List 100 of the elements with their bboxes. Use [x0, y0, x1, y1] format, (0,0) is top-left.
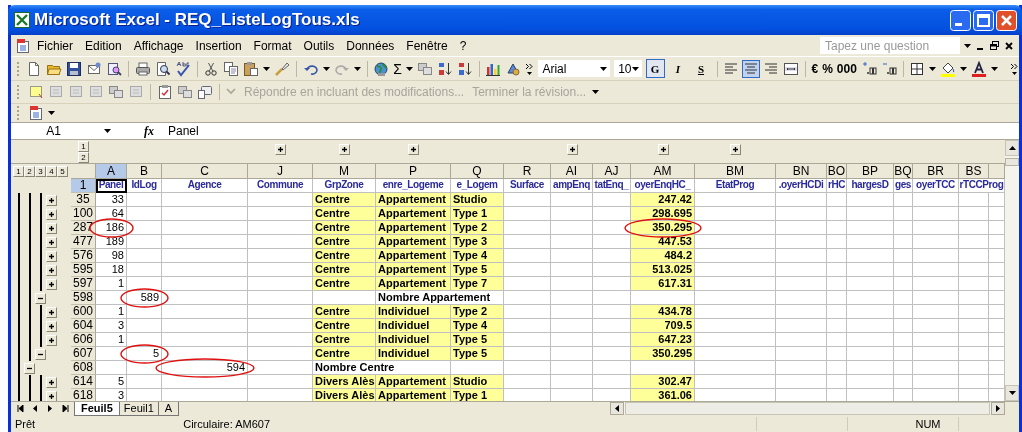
column-header[interactable]: M [313, 164, 376, 179]
scissors-icon[interactable] [203, 60, 220, 77]
previous-sheet-icon[interactable] [32, 405, 39, 412]
clipboard-icon[interactable] [243, 60, 260, 77]
caret-icon[interactable] [48, 111, 55, 115]
insert-function-button[interactable]: fx [134, 123, 164, 139]
column-header[interactable]: BP [847, 164, 894, 179]
outline-level-button[interactable]: 1 [13, 166, 24, 177]
row-header[interactable]: 607 [71, 347, 96, 361]
column-header[interactable]: BS [959, 164, 989, 179]
column-header[interactable]: J [248, 164, 313, 179]
maximize-icon[interactable] [973, 9, 994, 31]
spellcheck-icon[interactable] [174, 60, 191, 77]
column-header[interactable]: R [504, 164, 551, 179]
menu-item[interactable]: ? [453, 36, 473, 55]
scroll-down-button[interactable] [1005, 385, 1019, 401]
caret-icon[interactable] [592, 90, 600, 94]
expand-button[interactable] [46, 250, 57, 262]
outline-level-button[interactable]: 1 [78, 140, 89, 152]
row-header[interactable]: 606 [71, 333, 96, 347]
column-header[interactable]: BM [695, 164, 776, 179]
increase-decimal-icon[interactable] [860, 60, 877, 77]
globe-icon[interactable] [373, 60, 390, 77]
caret-icon[interactable] [960, 66, 968, 71]
scroll-left-button[interactable] [610, 402, 624, 415]
decrease-decimal-icon[interactable] [880, 60, 897, 77]
outline-level-button[interactable]: 4 [46, 166, 57, 177]
menu-item[interactable]: Fichier [31, 36, 79, 55]
expand-button[interactable] [657, 144, 669, 155]
close-icon[interactable] [1005, 41, 1013, 50]
column-header[interactable]: BR [913, 164, 959, 179]
number-format-button[interactable]: % [822, 61, 833, 76]
next-sheet-icon[interactable] [47, 405, 54, 412]
worksheet-icon[interactable] [15, 37, 31, 54]
sheet-tab[interactable]: Feuil5 [74, 401, 120, 416]
outline-level-button[interactable]: 2 [24, 166, 35, 177]
row-header[interactable]: 600 [71, 305, 96, 319]
menu-item[interactable]: Outils [297, 36, 341, 55]
formula-field[interactable]: Panel [164, 124, 199, 138]
column-header[interactable]: AM [631, 164, 695, 179]
floppy-icon[interactable] [66, 60, 83, 77]
menu-item[interactable]: Format [247, 36, 298, 55]
outline-level-button[interactable]: 2 [78, 151, 89, 163]
menu-item[interactable]: Données [340, 36, 401, 55]
align-center-icon[interactable] [742, 60, 759, 77]
collapse-button[interactable] [35, 348, 46, 360]
caret-icon[interactable] [103, 129, 111, 133]
menu-item[interactable]: Fenêtre [400, 36, 454, 55]
row-header[interactable]: 614 [71, 375, 96, 389]
row-header[interactable]: 576 [71, 249, 96, 263]
copy-icon[interactable] [223, 60, 240, 77]
column-header[interactable]: P [376, 164, 451, 179]
expand-button[interactable] [730, 144, 741, 155]
toolbar-options-icon[interactable] [525, 61, 535, 76]
clipboard-check-icon[interactable] [157, 84, 173, 100]
column-header[interactable]: Q [451, 164, 504, 179]
format-button[interactable]: S [691, 59, 711, 78]
scroll-thumb[interactable] [625, 402, 990, 415]
expand-button[interactable] [46, 320, 57, 332]
caret-icon[interactable] [600, 66, 608, 71]
font-size-field[interactable]: 10 [614, 60, 642, 77]
outline-level-button[interactable]: 5 [57, 166, 68, 177]
caret-icon[interactable] [964, 43, 971, 48]
expand-button[interactable] [46, 264, 57, 276]
row-header[interactable]: 477 [71, 235, 96, 249]
row-header[interactable]: 1 [71, 179, 96, 193]
sort-ascending-icon[interactable] [436, 60, 453, 77]
merge-cells-icon[interactable] [782, 60, 799, 77]
brush-icon[interactable] [274, 60, 291, 77]
borders-icon[interactable] [909, 60, 926, 77]
name-box[interactable]: A1 [11, 124, 96, 138]
caret-icon[interactable] [263, 66, 271, 71]
font-field[interactable]: Arial [538, 60, 611, 77]
column-header[interactable]: C [162, 164, 248, 179]
worksheet-icon[interactable] [28, 105, 44, 121]
column-header[interactable]: AJ [593, 164, 631, 179]
menu-item[interactable]: Insertion [189, 36, 248, 55]
scroll-up-button[interactable] [1005, 140, 1019, 156]
font-color-icon[interactable] [971, 60, 988, 77]
column-header[interactable]: AI [551, 164, 593, 179]
row-header[interactable]: 597 [71, 277, 96, 291]
row-header[interactable]: 618 [71, 389, 96, 401]
autosum-button[interactable]: Σ [393, 60, 402, 77]
expand-button[interactable] [46, 306, 57, 318]
column-header[interactable]: BO [827, 164, 847, 179]
sort-descending-icon[interactable] [456, 60, 473, 77]
caret-icon[interactable] [353, 66, 361, 71]
expand-button[interactable] [46, 376, 57, 388]
collapse-button[interactable] [35, 292, 46, 304]
scroll-right-button[interactable] [991, 402, 1005, 415]
expand-button[interactable] [46, 278, 57, 290]
expand-button[interactable] [46, 194, 57, 206]
menu-item[interactable]: Affichage [127, 36, 190, 55]
caret-icon[interactable] [631, 66, 639, 71]
note-icon[interactable] [28, 84, 44, 100]
align-left-icon[interactable] [722, 60, 739, 77]
first-sheet-icon[interactable] [17, 405, 24, 412]
printer-icon[interactable] [134, 60, 151, 77]
caret-icon[interactable] [405, 66, 413, 71]
toolbar-options-icon[interactable] [1010, 61, 1019, 76]
